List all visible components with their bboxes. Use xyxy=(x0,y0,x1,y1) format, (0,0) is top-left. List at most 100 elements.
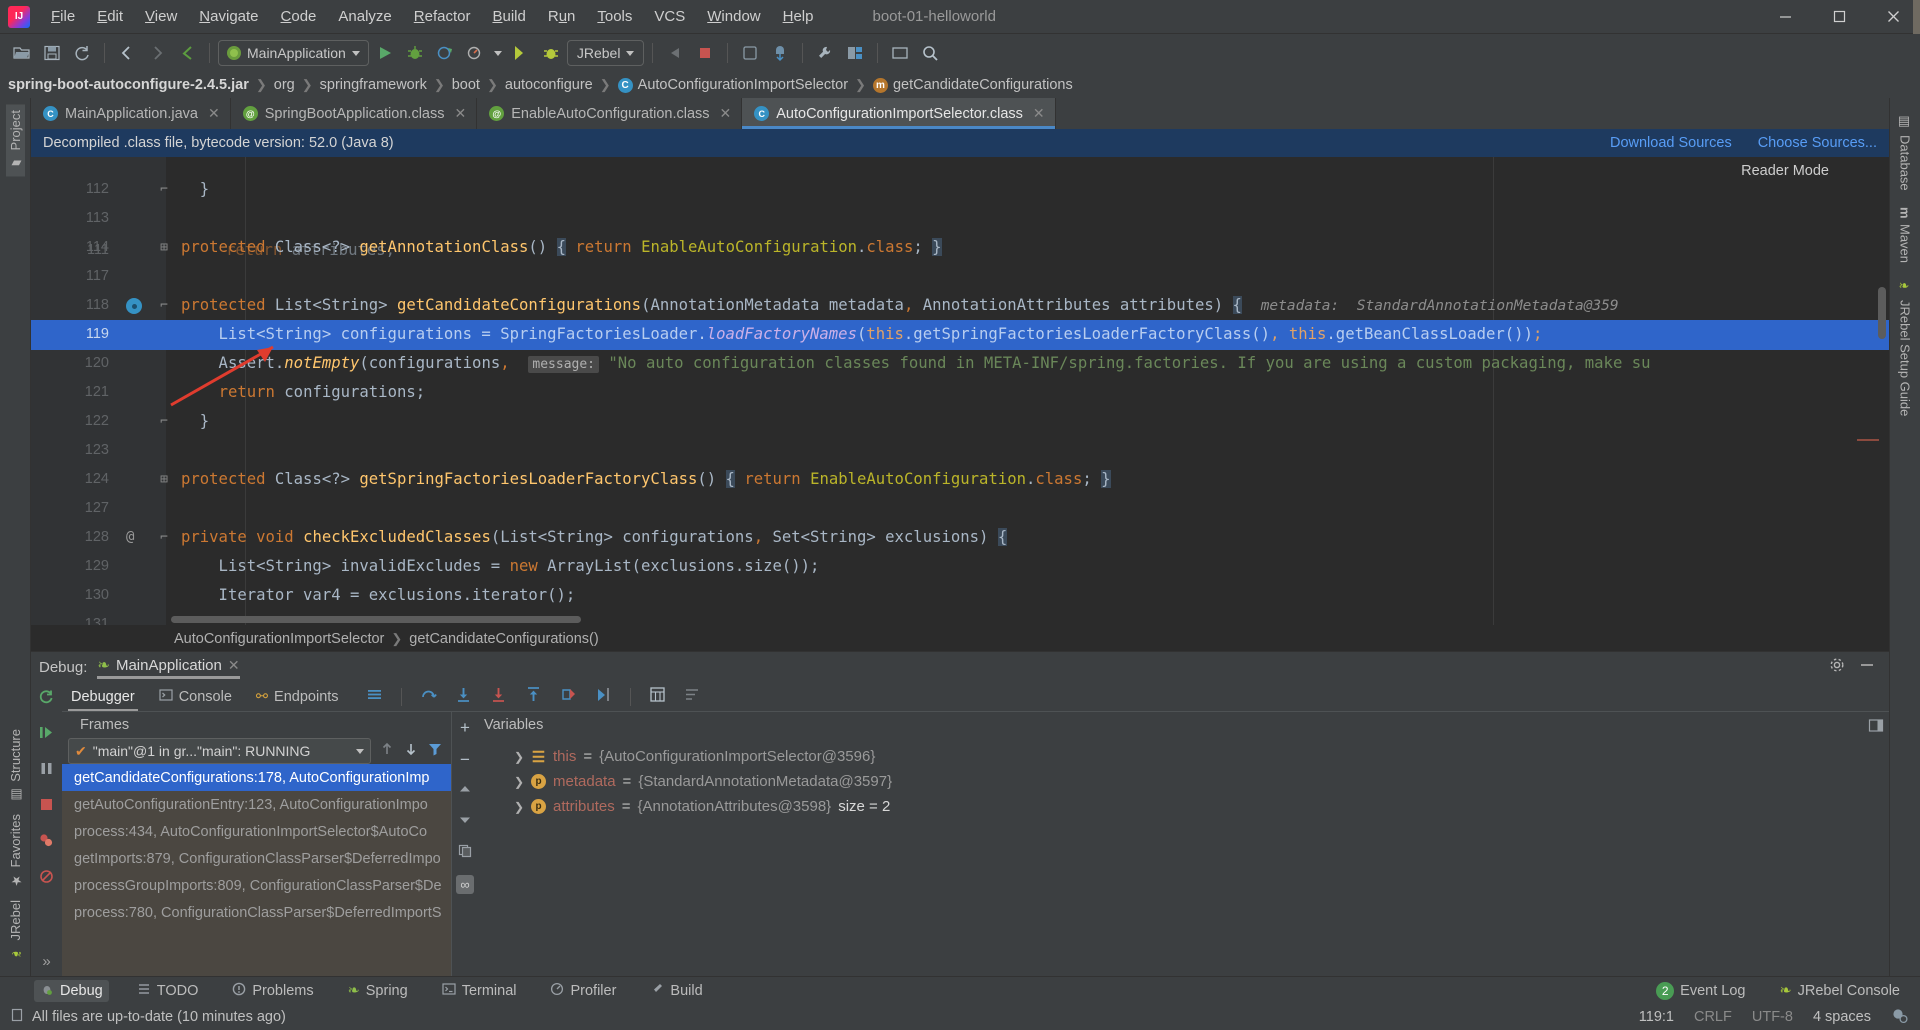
main-toolbar[interactable]: MainApplication JRebel xyxy=(0,34,1920,72)
close-button[interactable] xyxy=(1866,0,1920,34)
method-breadcrumb[interactable]: AutoConfigurationImportSelector ❯ getCan… xyxy=(31,625,1889,651)
sync-icon[interactable] xyxy=(68,39,96,67)
run-configuration-selector[interactable]: MainApplication xyxy=(218,40,369,66)
attach-debugger-icon[interactable] xyxy=(661,39,689,67)
variable-row-metadata[interactable]: ❯ p metadata = {StandardAnnotationMetada… xyxy=(478,769,1863,794)
close-tab-icon[interactable]: ✕ xyxy=(720,105,732,122)
frame-item[interactable]: processGroupImports:809, ConfigurationCl… xyxy=(62,872,451,899)
step-into-icon[interactable] xyxy=(455,686,472,708)
resume-program-icon[interactable] xyxy=(38,724,55,746)
download-sources-link[interactable]: Download Sources xyxy=(1610,135,1732,151)
maximize-button[interactable] xyxy=(1812,0,1866,34)
force-step-into-icon[interactable] xyxy=(490,686,507,708)
evaluate-expression-icon[interactable] xyxy=(649,686,666,708)
frame-item[interactable]: getImports:879, ConfigurationClassParser… xyxy=(62,845,451,872)
run-to-cursor-icon[interactable] xyxy=(595,686,612,708)
bottom-tab-terminal[interactable]: Terminal xyxy=(436,980,523,1002)
open-folder-icon[interactable] xyxy=(8,39,36,67)
editor-tab-springbootapplication[interactable]: @ SpringBootApplication.class ✕ xyxy=(231,98,478,129)
frames-list[interactable]: getCandidateConfigurations:178, AutoConf… xyxy=(62,0,1920,976)
rerun-icon[interactable] xyxy=(38,688,55,710)
breadcrumb[interactable]: spring-boot-autoconfigure-2.4.5.jar ❯ or… xyxy=(0,72,1920,98)
file-encoding[interactable]: UTF-8 xyxy=(1752,1009,1793,1025)
menu-help[interactable]: Help xyxy=(772,4,825,29)
fold-icon[interactable]: ⌐ xyxy=(157,523,171,553)
debug-tab-debugger[interactable]: Debugger xyxy=(68,683,138,711)
code-editor[interactable]: Reader Mode 111 return attributes; 112 ⌐… xyxy=(31,157,1889,625)
tool-tab-favorites[interactable]: ★ Favorites xyxy=(6,808,25,893)
error-stripe-marker[interactable] xyxy=(1857,439,1879,441)
frame-down-icon[interactable] xyxy=(403,741,419,762)
jrebel-console-button[interactable]: ❧ JRebel Console xyxy=(1773,981,1906,1001)
debug-session-tab[interactable]: ❧ MainApplication ✕ xyxy=(97,656,240,679)
view-breakpoints-icon[interactable] xyxy=(38,832,55,854)
toggle-watch-icon[interactable]: ∞ xyxy=(456,875,474,894)
menu-refactor[interactable]: Refactor xyxy=(403,4,482,29)
annotation-gutter-icon[interactable]: @ xyxy=(126,523,134,553)
run-button[interactable] xyxy=(371,39,399,67)
breadcrumb-item-jar[interactable]: spring-boot-autoconfigure-2.4.5.jar xyxy=(8,77,249,93)
layout-settings-icon[interactable] xyxy=(1868,718,1884,739)
save-all-icon[interactable] xyxy=(38,39,66,67)
editor-tab-bar[interactable]: C MainApplication.java ✕ @ SpringBootApp… xyxy=(31,98,1889,129)
event-log-button[interactable]: 2 Event Log xyxy=(1650,980,1751,1002)
fold-expand-icon[interactable]: ⊞ xyxy=(157,233,171,263)
line-separator[interactable]: CRLF xyxy=(1694,1009,1732,1025)
bottom-tab-profiler[interactable]: Profiler xyxy=(544,980,622,1002)
caret-position[interactable]: 119:1 xyxy=(1639,1009,1674,1025)
bottom-tab-build[interactable]: Build xyxy=(644,980,708,1002)
profile-button[interactable] xyxy=(461,39,489,67)
bottom-tab-debug[interactable]: Debug xyxy=(34,979,109,1002)
fold-expand-icon[interactable]: ⊞ xyxy=(157,465,171,495)
close-tab-icon[interactable]: ✕ xyxy=(208,105,220,122)
stop-program-icon[interactable] xyxy=(38,796,55,818)
search-everywhere-icon[interactable] xyxy=(916,39,944,67)
indent-setting[interactable]: 4 spaces xyxy=(1813,1009,1871,1025)
variable-row-this[interactable]: ❯ ☰ this = {AutoConfigurationImportSelec… xyxy=(478,744,1863,769)
expand-chevron-icon[interactable]: ❯ xyxy=(514,800,524,814)
settings-wrench-icon[interactable] xyxy=(811,39,839,67)
run-coverage-button[interactable] xyxy=(431,39,459,67)
tool-tab-structure[interactable]: ▤ Structure xyxy=(6,723,25,808)
status-bar[interactable]: All files are up-to-date (10 minutes ago… xyxy=(0,1004,1920,1030)
close-session-icon[interactable]: ✕ xyxy=(228,657,240,674)
inspect-icon[interactable] xyxy=(173,39,201,67)
breadcrumb-item-boot[interactable]: boot xyxy=(452,77,480,93)
thread-selector-row[interactable]: ✔ "main"@1 in gr..."main": RUNNING xyxy=(62,738,451,764)
step-out-icon[interactable] xyxy=(525,686,542,708)
editor-tab-autoconfigurationimportselector[interactable]: C AutoConfigurationImportSelector.class … xyxy=(742,98,1056,129)
update-app-icon[interactable] xyxy=(736,39,764,67)
expand-chevron-icon[interactable]: ❯ xyxy=(514,750,524,764)
bottom-tab-spring[interactable]: ❧ Spring xyxy=(342,981,414,1001)
step-over-icon[interactable] xyxy=(420,686,437,708)
menu-view[interactable]: View xyxy=(134,4,188,29)
bottom-bar-right[interactable]: 2 Event Log ❧ JRebel Console xyxy=(1650,980,1920,1002)
expand-chevron-icon[interactable]: ❯ xyxy=(514,775,524,789)
editor-vertical-scrollbar[interactable] xyxy=(1878,287,1886,339)
jrebel-selector[interactable]: JRebel xyxy=(566,40,645,66)
bottom-tool-tab-bar[interactable]: Debug TODO Problems ❧ Spring Terminal Pr… xyxy=(0,976,1920,1004)
editor-tab-mainapplication[interactable]: C MainApplication.java ✕ xyxy=(31,98,231,129)
debug-tab-console[interactable]: Console xyxy=(156,683,235,711)
forward-arrow-icon[interactable] xyxy=(143,39,171,67)
hide-panel-icon[interactable] xyxy=(1859,657,1875,678)
minimize-button[interactable] xyxy=(1758,0,1812,34)
bottom-tab-problems[interactable]: Problems xyxy=(226,980,319,1002)
tool-tab-jrebel[interactable]: ❧ JRebel xyxy=(6,894,25,966)
variables-action-strip[interactable]: + − ∞ xyxy=(452,712,478,976)
fold-icon[interactable]: ⌐ xyxy=(157,407,171,437)
method-breadcrumb-class[interactable]: AutoConfigurationImportSelector xyxy=(174,631,384,647)
debug-header-actions[interactable] xyxy=(1829,657,1881,678)
settings-list-icon[interactable] xyxy=(684,686,701,708)
thread-selector[interactable]: ✔ "main"@1 in gr..."main": RUNNING xyxy=(68,738,371,764)
remove-watch-icon[interactable]: − xyxy=(460,750,470,770)
fold-icon[interactable]: ⌐ xyxy=(157,175,171,205)
frame-item[interactable]: getAutoConfigurationEntry:123, AutoConfi… xyxy=(62,791,451,818)
profile-dropdown-icon[interactable] xyxy=(491,39,505,67)
right-tool-strip[interactable]: ▤ Database m Maven ❧ JRebel Setup Guide xyxy=(1889,98,1920,976)
deploy-icon[interactable] xyxy=(766,39,794,67)
debug-left-action-strip[interactable]: » xyxy=(31,682,62,976)
breadcrumb-item-method[interactable]: getCandidateConfigurations xyxy=(893,77,1073,93)
debug-right-strip[interactable] xyxy=(1863,712,1889,976)
tool-tab-maven[interactable]: m Maven xyxy=(1896,199,1915,272)
